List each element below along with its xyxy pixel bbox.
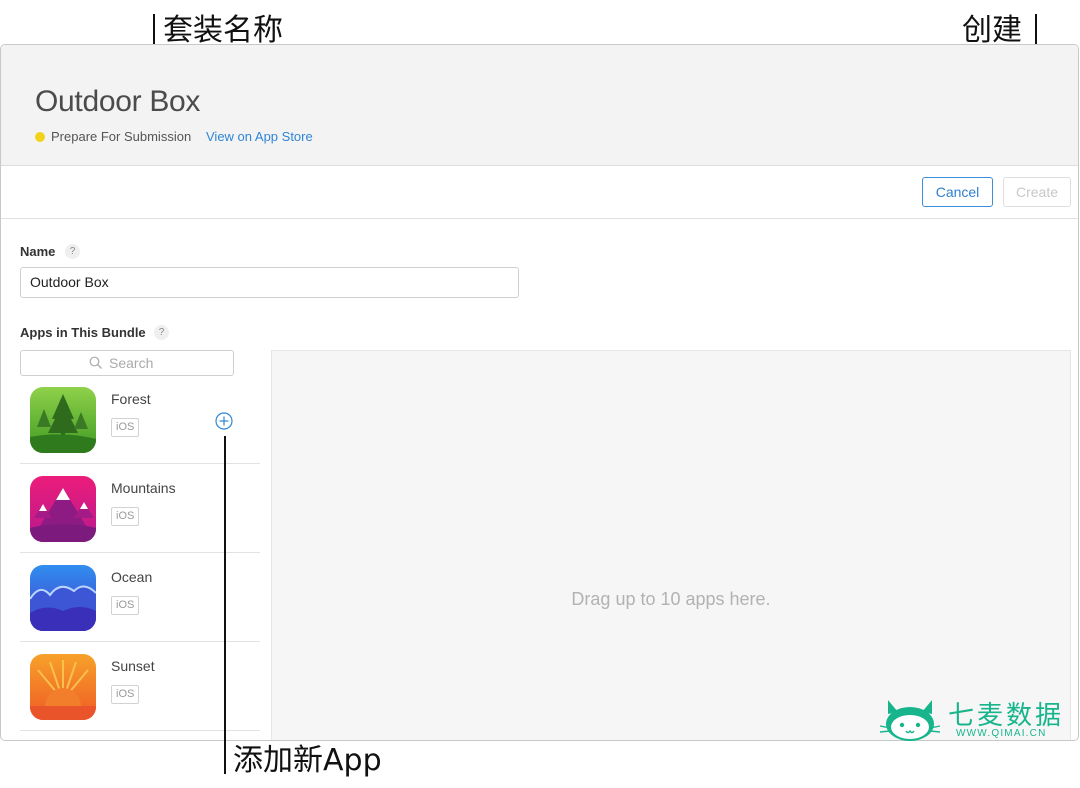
name-field[interactable]: Outdoor Box	[20, 267, 519, 298]
app-name: Mountains	[111, 480, 176, 496]
name-label: Name	[20, 244, 56, 259]
view-on-app-store-link[interactable]: View on App Store	[206, 129, 313, 144]
watermark-name: 七麦数据	[948, 701, 1065, 731]
platform-badge: iOS	[111, 685, 140, 704]
sunset-app-icon	[30, 654, 96, 720]
add-app-callout-line	[224, 436, 226, 774]
add-app-plus-icon[interactable]	[215, 412, 233, 430]
app-name: Sunset	[111, 658, 155, 674]
search-input[interactable]: Search	[20, 350, 234, 376]
ocean-app-icon	[30, 565, 96, 631]
name-help-icon[interactable]: ?	[65, 244, 80, 259]
create-callout: 创建	[962, 13, 1022, 48]
platform-badge: iOS	[111, 596, 140, 615]
platform-badge: iOS	[111, 507, 140, 526]
bundle-editor-window: Outdoor Box Prepare For Submission View …	[0, 44, 1079, 741]
search-icon	[89, 356, 102, 369]
add-new-app-callout: 添加新App	[233, 743, 382, 778]
cancel-button[interactable]: Cancel	[922, 177, 993, 207]
cat-logo-icon	[879, 700, 941, 741]
bundle-name-callout: 套装名称	[163, 13, 283, 48]
mountains-app-icon	[30, 476, 96, 542]
platform-badge: iOS	[111, 418, 140, 437]
app-name: Forest	[111, 391, 151, 407]
page-header: Outdoor Box Prepare For Submission View …	[1, 45, 1078, 166]
status-text: Prepare For Submission	[51, 129, 192, 144]
search-placeholder: Search	[109, 355, 154, 371]
page-title: Outdoor Box	[35, 85, 201, 118]
app-drop-zone[interactable]: Drag up to 10 apps here.	[271, 350, 1071, 740]
apps-in-bundle-label: Apps in This Bundle	[20, 325, 146, 340]
status-dot-icon	[35, 132, 45, 142]
toolbar: Cancel Create	[1, 166, 1078, 219]
create-button[interactable]: Create	[1003, 177, 1071, 207]
apps-help-icon[interactable]: ?	[154, 325, 169, 340]
forest-app-icon	[30, 387, 96, 453]
app-name: Ocean	[111, 569, 153, 585]
drop-zone-hint: Drag up to 10 apps here.	[571, 589, 771, 609]
qimai-watermark: 七麦数据 WWW.QIMAI.CN	[878, 694, 1068, 746]
watermark-url: WWW.QIMAI.CN	[956, 728, 1047, 739]
